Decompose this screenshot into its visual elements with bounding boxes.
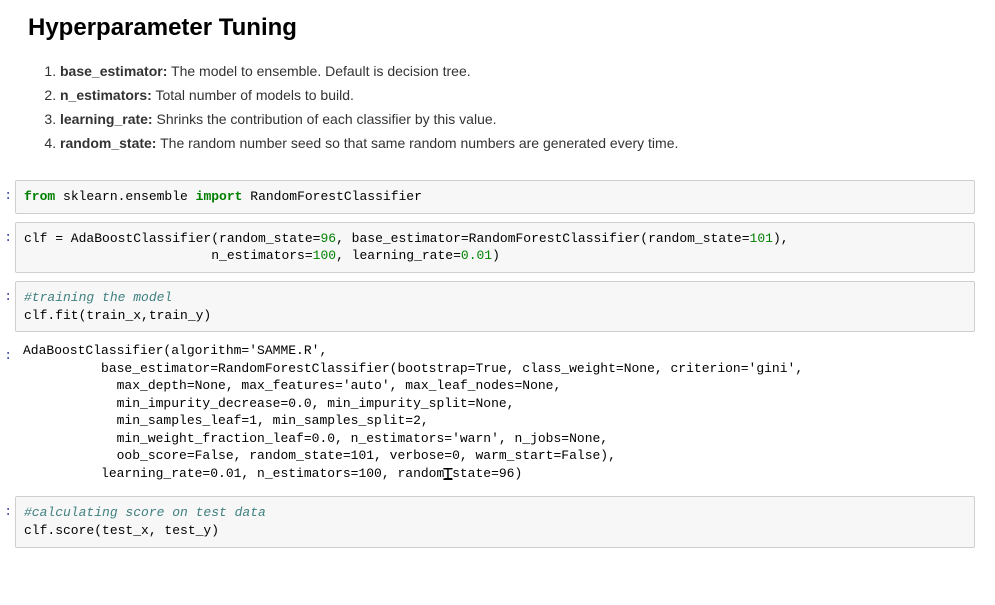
code-input-area[interactable]: #training the model clf.fit(train_x,trai… <box>15 281 975 332</box>
code-content: #training the model clf.fit(train_x,trai… <box>24 289 966 324</box>
list-item: random_state: The random number seed so … <box>60 132 975 155</box>
list-item: n_estimators: Total number of models to … <box>60 84 975 107</box>
hyperparameter-list: base_estimator: The model to ensemble. D… <box>40 60 975 155</box>
param-name: learning_rate: <box>60 111 153 127</box>
input-prompt: : <box>0 222 15 245</box>
list-item: learning_rate: Shrinks the contribution … <box>60 108 975 131</box>
input-prompt: : <box>0 180 15 203</box>
input-prompt: : <box>0 496 15 519</box>
code-input-area[interactable]: clf = AdaBoostClassifier(random_state=96… <box>15 222 975 273</box>
param-desc: Total number of models to build. <box>152 87 354 103</box>
param-name: n_estimators: <box>60 87 152 103</box>
code-content: #calculating score on test data clf.scor… <box>24 504 966 539</box>
param-name: base_estimator: <box>60 63 167 79</box>
code-output-area: AdaBoostClassifier(algorithm='SAMME.R', … <box>15 340 975 488</box>
param-desc: Shrinks the contribution of each classif… <box>153 111 497 127</box>
code-cell: : #training the model clf.fit(train_x,tr… <box>0 281 975 332</box>
param-desc: The random number seed so that same rand… <box>156 135 678 151</box>
input-prompt: : <box>0 281 15 304</box>
code-content: clf = AdaBoostClassifier(random_state=96… <box>24 230 966 265</box>
code-input-area[interactable]: #calculating score on test data clf.scor… <box>15 496 975 547</box>
output-prompt: : <box>0 340 15 363</box>
page-title: Hyperparameter Tuning <box>28 14 975 42</box>
code-input-area[interactable]: from sklearn.ensemble import RandomFores… <box>15 180 975 214</box>
param-desc: The model to ensemble. Default is decisi… <box>167 63 470 79</box>
code-content: from sklearn.ensemble import RandomFores… <box>24 188 966 206</box>
output-cell: : AdaBoostClassifier(algorithm='SAMME.R'… <box>0 340 975 488</box>
code-cell: : #calculating score on test data clf.sc… <box>0 496 975 547</box>
code-cell: : from sklearn.ensemble import RandomFor… <box>0 180 975 214</box>
output-content: AdaBoostClassifier(algorithm='SAMME.R', … <box>23 342 967 482</box>
code-cell: : clf = AdaBoostClassifier(random_state=… <box>0 222 975 273</box>
list-item: base_estimator: The model to ensemble. D… <box>60 60 975 83</box>
param-name: random_state: <box>60 135 156 151</box>
